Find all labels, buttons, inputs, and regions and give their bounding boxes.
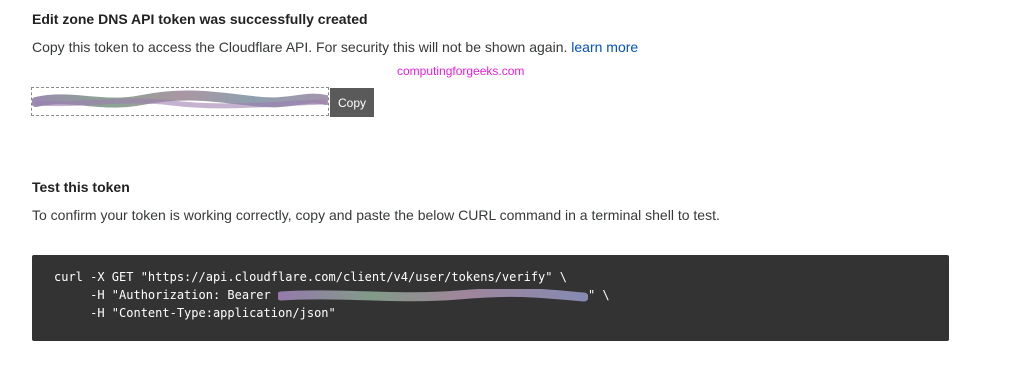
- code-line-2-suffix: " \: [587, 288, 610, 302]
- learn-more-link[interactable]: learn more: [571, 39, 638, 55]
- test-token-title: Test this token: [32, 179, 130, 195]
- code-line-2: -H "Authorization: Bearer " \: [54, 287, 610, 304]
- code-line-2-prefix: -H "Authorization: Bearer: [54, 288, 278, 302]
- token-field[interactable]: [31, 87, 329, 116]
- copy-button[interactable]: Copy: [330, 88, 374, 117]
- success-description: Copy this token to access the Cloudflare…: [32, 39, 638, 55]
- success-title: Edit zone DNS API token was successfully…: [32, 11, 368, 27]
- success-description-text: Copy this token to access the Cloudflare…: [32, 39, 568, 55]
- curl-code-block[interactable]: curl -X GET "https://api.cloudflare.com/…: [32, 255, 949, 341]
- code-line-1: curl -X GET "https://api.cloudflare.com/…: [54, 270, 567, 284]
- redacted-token-scribble: [32, 90, 328, 109]
- watermark: computingforgeeks.com: [397, 64, 525, 78]
- code-line-3: -H "Content-Type:application/json": [54, 306, 336, 320]
- redacted-bearer-token-scribble: [277, 288, 588, 301]
- test-token-description: To confirm your token is working correct…: [32, 207, 720, 223]
